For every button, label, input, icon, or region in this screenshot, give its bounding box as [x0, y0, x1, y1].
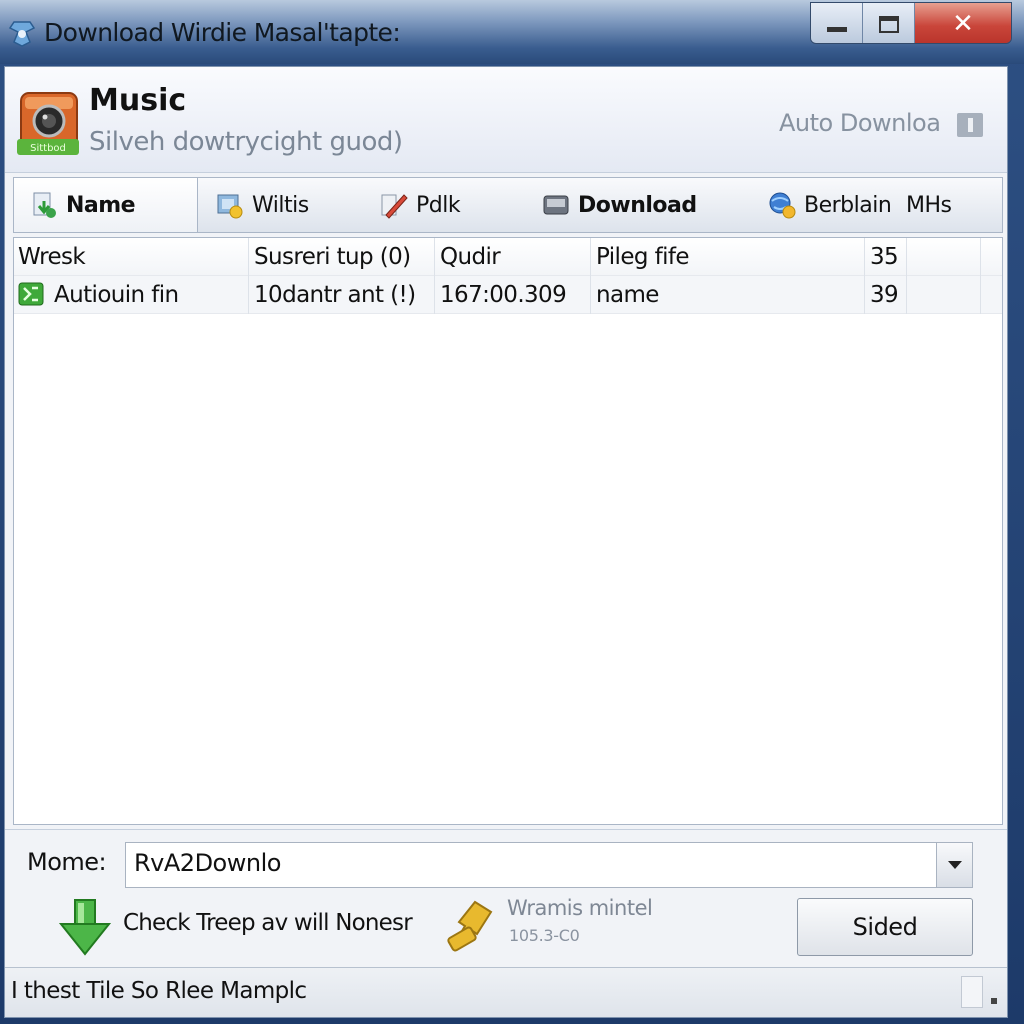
download-page-icon [33, 192, 56, 218]
name-combobox[interactable]: RvA2Downlo [125, 842, 973, 888]
window-title: Download Wirdie Masal'tapte: [44, 18, 401, 47]
auto-download-icon[interactable] [957, 113, 983, 137]
tab-label: Download [578, 192, 697, 218]
column-divider[interactable] [434, 238, 435, 314]
drive-icon [543, 195, 569, 215]
tab-label: Wiltis [252, 192, 309, 218]
auto-download-link[interactable]: Auto Downloa [779, 109, 941, 137]
minimize-button[interactable] [811, 3, 863, 43]
cell-quality: Qudir [440, 244, 501, 270]
column-divider[interactable] [248, 238, 249, 314]
tab-download[interactable]: Download [530, 178, 766, 232]
minimize-icon [826, 26, 847, 32]
warning-subtitle: 105.3-C0 [509, 926, 580, 945]
bottom-panel: Mome: RvA2Downlo Check Treep av will Non… [5, 829, 1007, 967]
status-panel [961, 976, 983, 1008]
close-button[interactable]: ✕ [915, 3, 1011, 43]
column-divider[interactable] [590, 238, 591, 314]
cell-name: Wresk [18, 244, 86, 270]
window-controls: ✕ [810, 2, 1012, 44]
globe-icon [769, 192, 796, 219]
tab-label: Berblain [804, 192, 892, 218]
download-list[interactable]: Wresk Susreri tup (0) Qudir Pileg fife 3… [13, 237, 1003, 825]
tab-strip: Name Wiltis Pdlk Download Berblain MHs [13, 177, 1003, 233]
header-title: Music [89, 83, 187, 118]
name-label: Mome: [27, 848, 107, 876]
tab-label: MHs [906, 192, 952, 218]
key-icon [447, 900, 493, 952]
cell-file: Pileg fife [596, 244, 690, 270]
cell-file: name [596, 282, 659, 308]
cell-name: Autiouin fin [18, 276, 244, 314]
tab-pdlk[interactable]: Pdlk [368, 178, 530, 232]
maximize-button[interactable] [863, 3, 915, 43]
cell-status: 10dantr ant (!) [254, 282, 416, 308]
name-combobox-value: RvA2Downlo [134, 849, 281, 877]
tab-mhs[interactable]: MHs [906, 178, 986, 232]
column-divider[interactable] [980, 238, 981, 314]
client-area: Sittbod Music Silveh dowtrycight guod) A… [4, 66, 1008, 1018]
cell-count: 39 [870, 282, 899, 308]
dropdown-arrow-button[interactable] [936, 843, 972, 887]
resize-grip-icon[interactable] [991, 998, 997, 1004]
cell-name-text: Autiouin fin [54, 282, 179, 308]
pencil-icon [381, 194, 408, 219]
cell-quality: 167:00.309 [440, 282, 567, 308]
camera-icon: Sittbod [17, 92, 79, 155]
title-bar[interactable]: Download Wirdie Masal'tapte: ✕ [0, 0, 1024, 64]
status-bar: I thest Tile So Rlee Mamplc [5, 967, 1007, 1017]
tab-label: Name [66, 192, 136, 218]
check-link[interactable]: Check Treep av will Nonesr [123, 910, 413, 936]
column-divider[interactable] [864, 238, 865, 314]
tab-name[interactable]: Name [14, 178, 198, 232]
warning-title: Wramis mintel [507, 896, 653, 920]
app-window: Download Wirdie Masal'tapte: ✕ Sittbod M… [0, 0, 1024, 1024]
media-icon [217, 194, 243, 219]
app-icon [8, 21, 36, 47]
tab-berblain[interactable]: Berblain [766, 178, 906, 232]
sided-button[interactable]: Sided [797, 898, 973, 956]
header-subtitle: Silveh dowtrycight guod) [89, 127, 403, 157]
close-icon: ✕ [952, 9, 974, 39]
header-panel: Sittbod Music Silveh dowtrycight guod) A… [5, 67, 1007, 173]
camera-badge-text: Sittbod [30, 143, 66, 154]
green-file-icon [18, 282, 44, 305]
tab-label: Pdlk [416, 192, 461, 218]
status-text: I thest Tile So Rlee Mamplc [11, 978, 307, 1004]
green-download-arrow-icon[interactable] [57, 896, 113, 958]
cell-status: Susreri tup (0) [254, 244, 411, 270]
table-row[interactable]: Wresk Susreri tup (0) Qudir Pileg fife 3… [14, 238, 1002, 276]
maximize-icon [878, 15, 899, 33]
cell-count: 35 [870, 244, 899, 270]
column-divider[interactable] [906, 238, 907, 314]
table-row[interactable]: Autiouin fin 10dantr ant (!) 167:00.309 … [14, 276, 1002, 314]
tab-wiltis[interactable]: Wiltis [198, 178, 368, 232]
